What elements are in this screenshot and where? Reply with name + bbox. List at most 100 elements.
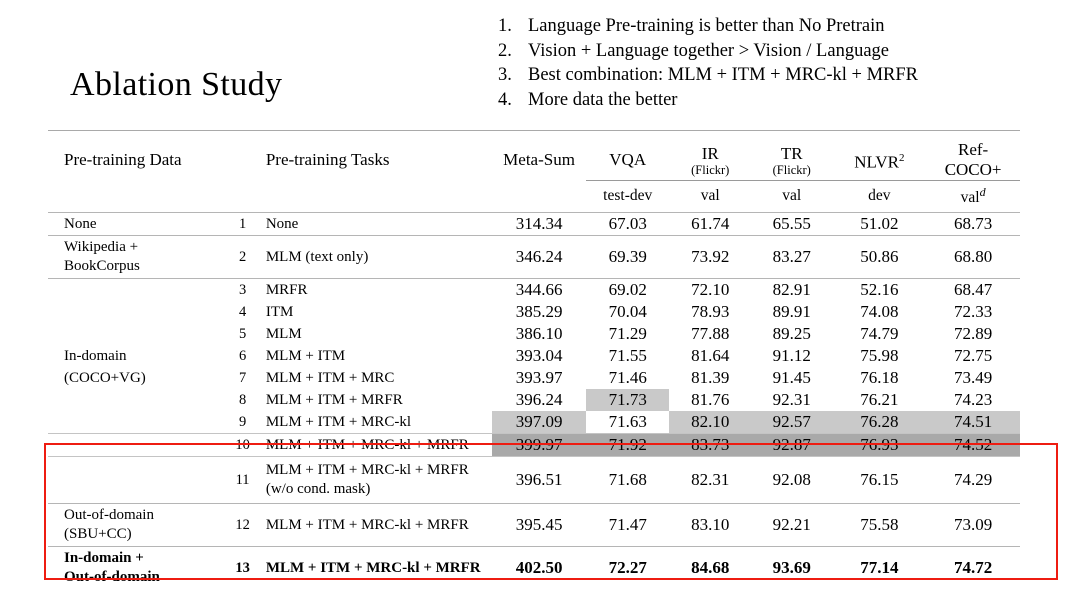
list-item-number: 2. <box>498 40 512 61</box>
cell-ir: 82.31 <box>669 456 751 504</box>
cell-index: 4 <box>238 303 247 320</box>
cell-index: 9 <box>238 413 247 430</box>
cell-index: 11 <box>229 456 256 504</box>
cell-vqa: 71.29 <box>608 324 647 344</box>
cell-ir: 83.10 <box>669 503 751 547</box>
cell-nlvr: 51.02 <box>832 212 927 236</box>
list-item-number: 4. <box>498 89 512 110</box>
cell-ir: 72.10 <box>669 278 751 302</box>
subheader-refcoco-superscript: d <box>979 185 986 199</box>
cell-meta-sum: 402.50 <box>492 546 586 590</box>
cell-tr: 92.87 <box>750 433 833 457</box>
cell-vqa: 71.73 <box>585 389 670 412</box>
cell-meta-sum: 386.10 <box>515 324 563 344</box>
cell-ir: 77.88 <box>691 324 730 344</box>
cell-pretraining-tasks: MLM + ITM + MRC-kl <box>265 413 412 430</box>
cell-nlvr: 76.28 <box>832 411 927 434</box>
cell-pretraining-data: None <box>48 212 230 236</box>
cell-tr: 93.69 <box>750 546 833 590</box>
cell-nlvr: 52.16 <box>832 278 927 302</box>
subheader-blank-data <box>48 181 229 213</box>
cell-vqa: 69.02 <box>585 278 670 302</box>
cell-nlvr: 76.21 <box>860 390 899 410</box>
cell-nlvr: 50.86 <box>832 235 927 279</box>
cell-pretraining-tasks: MLM <box>265 325 302 342</box>
cell-pretraining-tasks: MLM + ITM + MRC-kl + MRFR <box>255 503 493 547</box>
table-row: 9 MLM + ITM + MRC-kl 397.09 71.63 82.10 … <box>48 411 1020 434</box>
col-header-nlvr: NLVR2 <box>832 130 927 181</box>
col-header-nlvr-superscript: 2 <box>898 151 905 164</box>
cell-pretraining-tasks: MLM + ITM <box>265 347 346 364</box>
cell-ir: 82.10 <box>669 411 751 434</box>
cell-meta-sum: 396.51 <box>492 456 586 504</box>
cell-tr: 92.57 <box>750 411 833 434</box>
col-header-ir-sublabel: (Flickr) <box>691 162 730 177</box>
list-item: 1. Language Pre-training is better than … <box>498 14 1068 39</box>
cell-ir: 78.93 <box>691 302 730 322</box>
cell-pretraining-tasks: MLM (text only) <box>255 235 493 279</box>
cell-pretraining-data: In-domain <box>64 347 127 364</box>
cell-ir: 81.39 <box>691 368 730 388</box>
cell-vqa: 71.46 <box>608 368 647 388</box>
col-header-index <box>229 130 256 181</box>
cell-tr: 92.31 <box>772 390 811 410</box>
cell-meta-sum: 395.45 <box>492 503 586 547</box>
cell-meta-sum: 344.66 <box>492 278 586 302</box>
cell-index: 1 <box>229 212 256 236</box>
cell-pretraining-data: In-domain + Out-of-domain <box>48 546 230 590</box>
list-item-label: Language Pre-training is better than No … <box>528 16 885 36</box>
cell-tr: 91.12 <box>772 346 811 366</box>
subheader-tr-split: val <box>750 179 833 213</box>
cell-refcoco: 72.89 <box>953 324 993 344</box>
cell-ir: 73.92 <box>669 235 751 279</box>
cell-pretraining-data <box>48 278 230 302</box>
col-header-tr-sublabel: (Flickr) <box>772 162 811 177</box>
col-header-ir: IR (Flickr) <box>669 130 751 181</box>
cell-refcoco: 72.33 <box>953 302 993 322</box>
cell-nlvr: 76.93 <box>832 433 927 457</box>
cell-meta-sum: 346.24 <box>492 235 586 279</box>
list-item: 4. More data the better <box>498 88 1068 113</box>
cell-pretraining-data: Out-of-domain (SBU+CC) <box>48 503 230 547</box>
cell-vqa: 71.63 <box>608 412 647 432</box>
cell-vqa: 67.03 <box>585 212 670 236</box>
table-row: Wikipedia + BookCorpus 2 MLM (text only) … <box>48 235 1020 279</box>
table-subheader-row: test-dev val val dev vald <box>48 179 1020 213</box>
cell-refcoco: 74.29 <box>926 456 1020 504</box>
cell-ir: 81.64 <box>691 346 730 366</box>
list-item-label: More data the better <box>528 89 678 110</box>
cell-refcoco: 68.47 <box>926 278 1020 302</box>
page-title: Ablation Study <box>70 66 283 103</box>
cell-refcoco: 73.49 <box>953 368 993 388</box>
col-header-ir-label: IR <box>701 143 719 163</box>
cell-vqa: 69.39 <box>585 235 670 279</box>
cell-pretraining-tasks: MLM + ITM + MRC-kl + MRFR <box>255 433 493 457</box>
subheader-blank-tasks <box>256 181 492 213</box>
list-item: 2. Vision + Language together > Vision /… <box>498 39 1068 64</box>
table-row: Out-of-domain (SBU+CC) 12 MLM + ITM + MRC… <box>48 503 1020 547</box>
table-row: 10 MLM + ITM + MRC-kl + MRFR 399.97 71.9… <box>48 433 1020 457</box>
cell-ir: 61.74 <box>669 212 751 236</box>
cell-nlvr: 75.98 <box>860 346 899 366</box>
subheader-blank-meta <box>492 181 586 213</box>
cell-nlvr: 74.79 <box>860 324 899 344</box>
cell-index: 2 <box>229 235 256 279</box>
cell-index: 7 <box>238 369 247 386</box>
cell-index: 3 <box>229 278 256 302</box>
cell-tr: 92.08 <box>750 456 833 504</box>
list-item-number: 1. <box>498 16 512 36</box>
col-header-meta-sum: Meta-Sum <box>492 130 586 181</box>
cell-refcoco: 68.80 <box>926 235 1020 279</box>
list-item-label: Best combination: MLM + ITM + MRC-kl + M… <box>528 65 919 85</box>
cell-pretraining-data <box>48 433 230 457</box>
col-header-refcoco-line2: COCO+ <box>944 160 1002 179</box>
cell-pretraining-tasks: MLM + ITM + MRC-kl + MRFR <box>255 546 493 590</box>
cell-meta-sum: 393.04 <box>515 346 563 366</box>
cell-pretraining-tasks: ITM <box>265 303 294 320</box>
cell-vqa: 71.68 <box>585 456 670 504</box>
cell-pretraining-tasks: None <box>255 212 493 236</box>
subheader-vqa-split: test-dev <box>585 179 670 213</box>
cell-vqa: 71.55 <box>608 346 647 366</box>
table-row: 5 MLM 386.10 71.29 77.88 89.25 74.79 72.… <box>48 323 1020 345</box>
subheader-blank-index <box>229 181 255 213</box>
